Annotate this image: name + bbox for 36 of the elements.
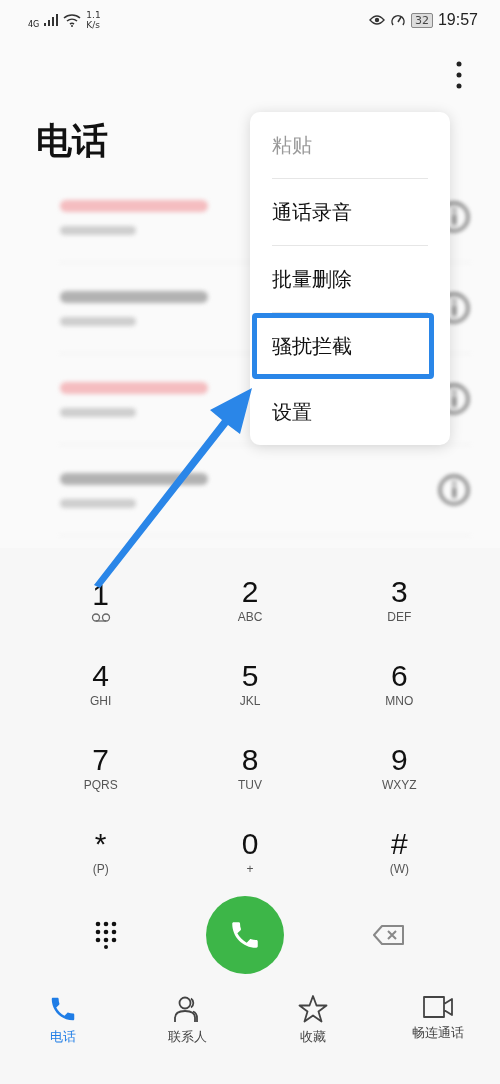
dial-key[interactable]: 4 GHI [26, 642, 176, 726]
dial-key[interactable]: 2 ABC [175, 558, 325, 642]
more-icon[interactable] [456, 61, 462, 89]
nav-tab[interactable]: 收藏 [267, 994, 358, 1046]
dial-key[interactable]: 6 MNO [324, 642, 474, 726]
speed-value: 1.1 [86, 10, 101, 20]
wifi-icon [63, 13, 82, 27]
dial-key[interactable]: 0 + [175, 810, 325, 894]
menu-item[interactable]: 设置 [272, 379, 428, 445]
menu-item[interactable]: 通话录音 [272, 179, 428, 246]
dial-key[interactable]: 5 JKL [175, 642, 325, 726]
dialpad-icon[interactable] [94, 921, 117, 949]
network-type: 4G [28, 20, 40, 29]
page-title: 电话 [36, 119, 108, 163]
nav-tab[interactable]: 电话 [17, 994, 108, 1046]
dial-key[interactable]: * (P) [26, 810, 176, 894]
nav-tab[interactable]: 联系人 [142, 994, 233, 1046]
speedometer-icon [389, 13, 406, 27]
backspace-icon[interactable] [373, 925, 406, 945]
menu-item[interactable]: 骚扰拦截 [252, 313, 434, 379]
speed-unit: K/s [86, 20, 101, 30]
menu-item[interactable]: 批量删除 [272, 246, 428, 313]
info-icon[interactable] [438, 474, 470, 506]
dial-key[interactable]: 8 TUV [175, 726, 325, 810]
star-icon [297, 994, 328, 1024]
signal-icon [44, 14, 59, 26]
clock: 19:57 [437, 11, 478, 29]
nav-tab[interactable]: 畅连通话 [392, 994, 483, 1046]
dial-key[interactable]: # (W) [324, 810, 474, 894]
eye-icon [368, 14, 385, 26]
dial-key[interactable]: 9 WXYZ [324, 726, 474, 810]
dial-key[interactable]: 3 DEF [324, 558, 474, 642]
voicemail-icon [90, 612, 111, 622]
battery-level: 32 [410, 12, 433, 28]
dial-key[interactable]: 7 PQRS [26, 726, 176, 810]
video-call-icon [421, 994, 454, 1020]
